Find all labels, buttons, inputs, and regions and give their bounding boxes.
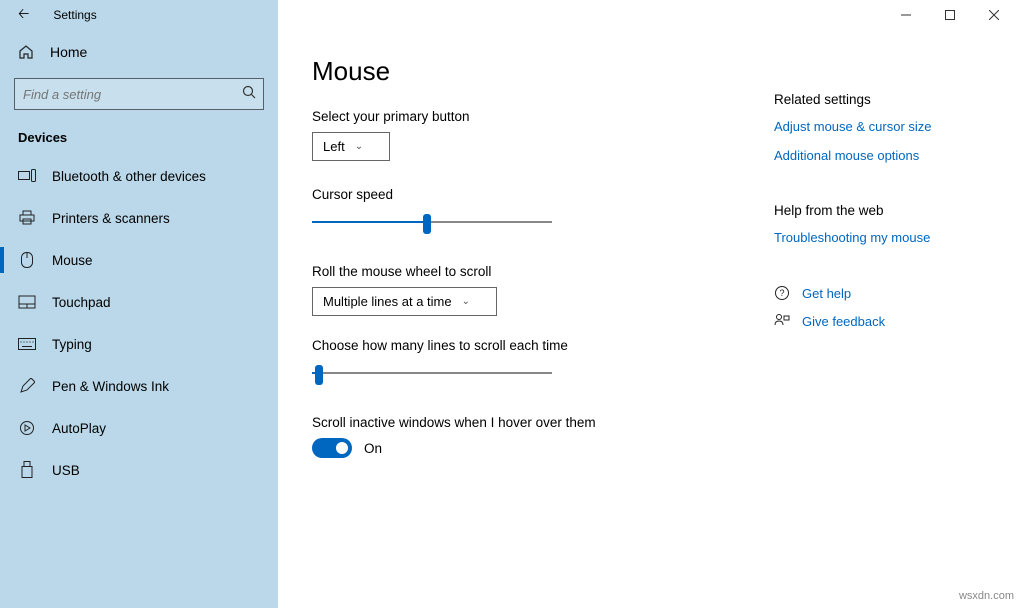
- titlebar: 🡠 Settings: [0, 0, 1024, 30]
- sidebar-item-label: AutoPlay: [52, 421, 106, 436]
- sidebar-item-label: Typing: [52, 337, 92, 352]
- search-input[interactable]: [14, 78, 264, 110]
- chevron-down-icon: ⌄: [355, 141, 363, 152]
- cursor-speed-label: Cursor speed: [312, 187, 754, 202]
- give-feedback-label: Give feedback: [802, 314, 885, 329]
- related-heading: Related settings: [774, 92, 994, 107]
- get-help-link[interactable]: ? Get help: [774, 285, 994, 301]
- give-feedback-link[interactable]: Give feedback: [774, 313, 994, 329]
- printer-icon: [18, 209, 36, 227]
- section-label: Devices: [0, 124, 278, 155]
- inactive-toggle[interactable]: [312, 438, 352, 458]
- link-adjust-mouse-size[interactable]: Adjust mouse & cursor size: [774, 119, 994, 134]
- get-help-label: Get help: [802, 286, 851, 301]
- feedback-icon: [774, 313, 790, 329]
- sidebar: Home Devices Bluetooth & other devices P…: [0, 30, 278, 608]
- home-label: Home: [50, 44, 87, 60]
- sidebar-item-label: Printers & scanners: [52, 211, 170, 226]
- sidebar-item-printers[interactable]: Printers & scanners: [0, 197, 278, 239]
- content: Mouse Select your primary button Left ⌄ …: [312, 56, 754, 608]
- sidebar-item-label: Mouse: [52, 253, 93, 268]
- sidebar-item-usb[interactable]: USB: [0, 449, 278, 491]
- maximize-button[interactable]: [930, 1, 970, 29]
- usb-icon: [18, 461, 36, 479]
- svg-text:?: ?: [779, 288, 784, 298]
- touchpad-icon: [18, 293, 36, 311]
- sidebar-item-mouse[interactable]: Mouse: [0, 239, 278, 281]
- sidebar-item-label: Pen & Windows Ink: [52, 379, 169, 394]
- window-title: Settings: [53, 8, 96, 22]
- search-icon: [242, 85, 256, 99]
- chevron-down-icon: ⌄: [462, 296, 470, 307]
- wheel-select[interactable]: Multiple lines at a time ⌄: [312, 287, 497, 316]
- lines-label: Choose how many lines to scroll each tim…: [312, 338, 754, 353]
- sidebar-item-touchpad[interactable]: Touchpad: [0, 281, 278, 323]
- mouse-icon: [18, 251, 36, 269]
- link-troubleshooting[interactable]: Troubleshooting my mouse: [774, 230, 994, 245]
- primary-button-select[interactable]: Left ⌄: [312, 132, 390, 161]
- sidebar-item-bluetooth[interactable]: Bluetooth & other devices: [0, 155, 278, 197]
- minimize-button[interactable]: [886, 1, 926, 29]
- sidebar-item-label: USB: [52, 463, 80, 478]
- devices-icon: [18, 167, 36, 185]
- autoplay-icon: [18, 419, 36, 437]
- primary-button-value: Left: [323, 139, 345, 154]
- right-column: Related settings Adjust mouse & cursor s…: [774, 56, 994, 608]
- inactive-label: Scroll inactive windows when I hover ove…: [312, 415, 754, 430]
- wheel-label: Roll the mouse wheel to scroll: [312, 264, 754, 279]
- back-button[interactable]: 🡠: [18, 3, 29, 27]
- help-icon: ?: [774, 285, 790, 301]
- sidebar-item-label: Bluetooth & other devices: [52, 169, 206, 184]
- lines-slider[interactable]: [312, 361, 552, 385]
- sidebar-item-autoplay[interactable]: AutoPlay: [0, 407, 278, 449]
- home-button[interactable]: Home: [0, 34, 278, 70]
- sidebar-item-typing[interactable]: Typing: [0, 323, 278, 365]
- cursor-speed-slider[interactable]: [312, 210, 552, 234]
- watermark: wsxdn.com: [959, 590, 1014, 602]
- help-heading: Help from the web: [774, 203, 994, 218]
- pen-icon: [18, 377, 36, 395]
- page-title: Mouse: [312, 56, 754, 87]
- home-icon: [18, 44, 34, 60]
- primary-button-label: Select your primary button: [312, 109, 754, 124]
- keyboard-icon: [18, 335, 36, 353]
- close-button[interactable]: [974, 1, 1014, 29]
- sidebar-item-pen[interactable]: Pen & Windows Ink: [0, 365, 278, 407]
- inactive-state: On: [364, 441, 382, 456]
- link-additional-mouse-options[interactable]: Additional mouse options: [774, 148, 994, 163]
- wheel-value: Multiple lines at a time: [323, 294, 452, 309]
- sidebar-item-label: Touchpad: [52, 295, 111, 310]
